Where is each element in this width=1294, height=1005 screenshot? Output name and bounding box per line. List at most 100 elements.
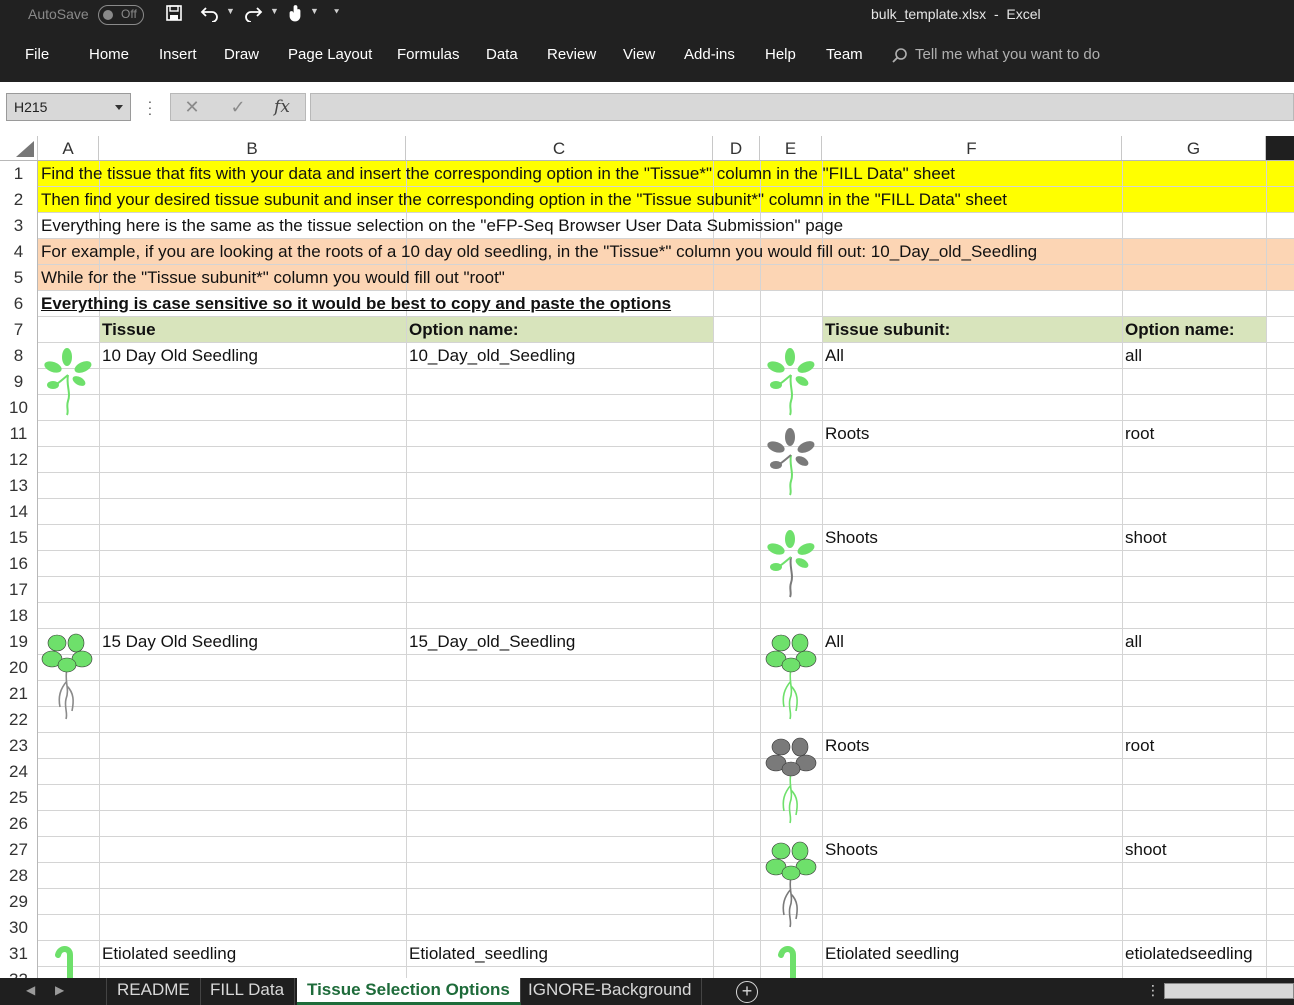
row-header[interactable]: 29	[0, 889, 37, 915]
tissue-option-cell[interactable]: Etiolated_seedling	[409, 941, 548, 967]
subunit-option-cell[interactable]: shoot	[1125, 525, 1167, 551]
row-header[interactable]: 5	[0, 265, 37, 291]
subunit-name-cell[interactable]: Roots	[825, 733, 869, 759]
customize-qat-icon[interactable]: ⯆	[333, 7, 340, 18]
next-sheet-icon[interactable]: ▶	[55, 983, 64, 997]
column-header-d[interactable]: D	[713, 136, 760, 160]
tissue-option-cell[interactable]: 10_Day_old_Seedling	[409, 343, 575, 369]
subunit-name-cell[interactable]: Etiolated seedling	[825, 941, 959, 967]
save-icon[interactable]	[163, 4, 185, 26]
instruction-row-3[interactable]: Everything here is the same as the tissu…	[41, 213, 843, 239]
row-header[interactable]: 2	[0, 187, 37, 213]
more-options-icon[interactable]: · · ·	[147, 94, 153, 120]
tab-review[interactable]: Review	[547, 46, 596, 63]
tissue-name-cell[interactable]: 10 Day Old Seedling	[102, 343, 258, 369]
row-header[interactable]: 18	[0, 603, 37, 629]
redo-dropdown-icon[interactable]: ▼	[270, 6, 279, 16]
tissue-name-cell[interactable]: Etiolated seedling	[102, 941, 236, 967]
subunit-option-column-header[interactable]: Option name:	[1125, 317, 1235, 343]
tab-add-ins[interactable]: Add-ins	[684, 46, 735, 63]
tissue-option-cell[interactable]: 15_Day_old_Seedling	[409, 629, 575, 655]
subunit-option-cell[interactable]: root	[1125, 733, 1154, 759]
sheet-tab-readme[interactable]: README	[106, 978, 201, 1005]
sheet-tab-ignore-background[interactable]: IGNORE-Background	[518, 978, 703, 1005]
tab-team[interactable]: Team	[826, 46, 863, 63]
column-header-a[interactable]: A	[38, 136, 99, 160]
column-header-e[interactable]: E	[760, 136, 822, 160]
touch-mode-icon[interactable]	[285, 4, 307, 26]
undo-dropdown-icon[interactable]: ▼	[226, 6, 235, 16]
subunit-name-cell[interactable]: All	[825, 343, 844, 369]
tissue-name-cell[interactable]: 15 Day Old Seedling	[102, 629, 258, 655]
column-header-g[interactable]: G	[1122, 136, 1266, 160]
autosave-toggle[interactable]: Off	[98, 5, 144, 25]
tab-view[interactable]: View	[623, 46, 655, 63]
row-header[interactable]: 1	[0, 161, 37, 187]
column-header-f[interactable]: F	[822, 136, 1122, 160]
add-sheet-icon[interactable]: +	[736, 981, 758, 1003]
redo-icon[interactable]	[242, 4, 264, 26]
column-header-c[interactable]: C	[406, 136, 713, 160]
subunit-name-cell[interactable]: Shoots	[825, 837, 878, 863]
undo-icon[interactable]	[199, 4, 221, 26]
row-header[interactable]: 28	[0, 863, 37, 889]
sheet-tab-tissue-selection[interactable]: Tissue Selection Options	[297, 978, 521, 1005]
more-options-icon[interactable]: ⋮	[1146, 982, 1160, 999]
instruction-row-2[interactable]: Then find your desired tissue subunit an…	[41, 187, 1007, 213]
row-header[interactable]: 20	[0, 655, 37, 681]
instruction-row-4[interactable]: For example, if you are looking at the r…	[41, 239, 1037, 265]
subunit-option-cell[interactable]: all	[1125, 629, 1142, 655]
row-header[interactable]: 10	[0, 395, 37, 421]
insert-function-icon[interactable]: fx	[270, 96, 294, 118]
worksheet-grid[interactable]: Find the tissue that fits with your data…	[38, 161, 1294, 978]
case-sensitive-note[interactable]: Everything is case sensitive so it would…	[41, 291, 671, 317]
subunit-option-cell[interactable]: root	[1125, 421, 1154, 447]
chevron-down-icon[interactable]	[115, 105, 123, 110]
select-all-corner[interactable]	[0, 136, 38, 160]
option-column-header[interactable]: Option name:	[409, 317, 519, 343]
instruction-row-5[interactable]: While for the "Tissue subunit*" column y…	[41, 265, 505, 291]
row-header[interactable]: 21	[0, 681, 37, 707]
formula-input[interactable]	[310, 93, 1294, 121]
row-header[interactable]: 16	[0, 551, 37, 577]
row-header[interactable]: 7	[0, 317, 37, 343]
row-header[interactable]: 6	[0, 291, 37, 317]
row-header[interactable]: 15	[0, 525, 37, 551]
row-header[interactable]: 8	[0, 343, 37, 369]
row-header[interactable]: 17	[0, 577, 37, 603]
row-header[interactable]: 12	[0, 447, 37, 473]
tab-file[interactable]: File	[25, 46, 49, 63]
row-header[interactable]: 3	[0, 213, 37, 239]
tab-home[interactable]: Home	[89, 46, 129, 63]
touch-dropdown-icon[interactable]: ▼	[310, 6, 319, 16]
row-header[interactable]: 22	[0, 707, 37, 733]
tab-formulas[interactable]: Formulas	[397, 46, 460, 63]
subunit-option-cell[interactable]: all	[1125, 343, 1142, 369]
tab-draw[interactable]: Draw	[224, 46, 259, 63]
row-header[interactable]: 24	[0, 759, 37, 785]
instruction-row-1[interactable]: Find the tissue that fits with your data…	[41, 161, 955, 187]
row-header[interactable]: 19	[0, 629, 37, 655]
tab-data[interactable]: Data	[486, 46, 518, 63]
row-header[interactable]: 30	[0, 915, 37, 941]
row-header[interactable]: 13	[0, 473, 37, 499]
row-header[interactable]: 23	[0, 733, 37, 759]
prev-sheet-icon[interactable]: ◀	[26, 983, 35, 997]
row-header[interactable]: 9	[0, 369, 37, 395]
subunit-name-cell[interactable]: All	[825, 629, 844, 655]
subunit-name-cell[interactable]: Shoots	[825, 525, 878, 551]
row-header[interactable]: 27	[0, 837, 37, 863]
tab-insert[interactable]: Insert	[159, 46, 197, 63]
horizontal-scrollbar[interactable]	[1164, 983, 1294, 999]
row-header[interactable]: 4	[0, 239, 37, 265]
tell-me-search[interactable]: Tell me what you want to do	[889, 44, 1149, 68]
cancel-icon[interactable]: ✕	[180, 96, 204, 118]
tissue-column-header[interactable]: Tissue	[102, 317, 156, 343]
tab-page-layout[interactable]: Page Layout	[288, 46, 372, 63]
enter-icon[interactable]: ✓	[226, 96, 250, 118]
tab-help[interactable]: Help	[765, 46, 796, 63]
row-header[interactable]: 31	[0, 941, 37, 967]
column-header-b[interactable]: B	[99, 136, 406, 160]
name-box[interactable]: H215	[6, 93, 131, 121]
row-header[interactable]: 11	[0, 421, 37, 447]
